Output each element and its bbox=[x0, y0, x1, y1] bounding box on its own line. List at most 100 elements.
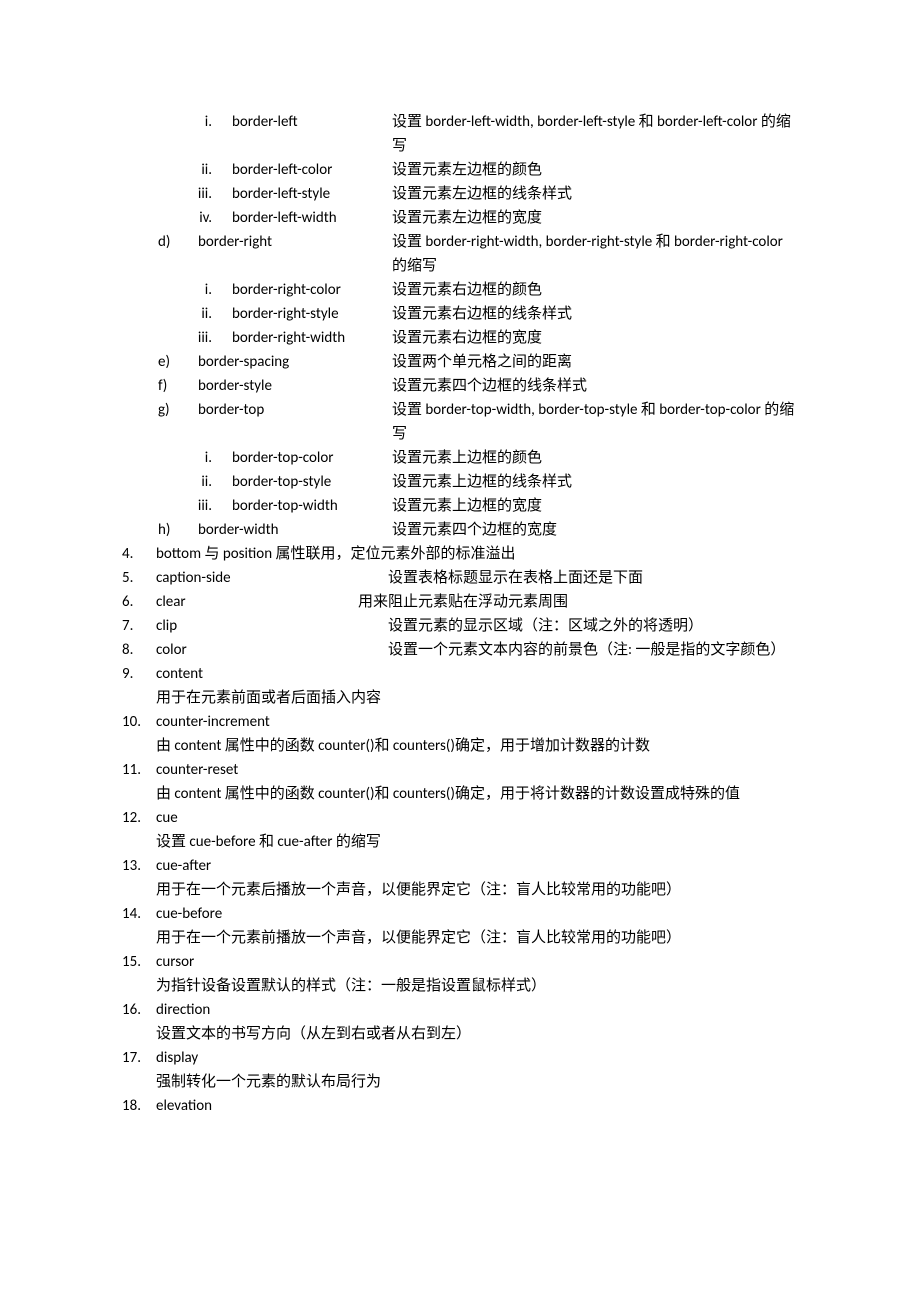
property-term: border-left-color bbox=[232, 158, 392, 182]
property-desc: 设置 border-left-width, border-left-style … bbox=[392, 110, 800, 158]
number-marker: 12. bbox=[122, 806, 156, 830]
number-marker: 17. bbox=[122, 1046, 156, 1070]
property-desc: 设置元素上边框的宽度 bbox=[392, 494, 542, 518]
list-item: 14. cue-before 用于在一个元素前播放一个声音，以便能界定它（注：盲… bbox=[122, 902, 800, 950]
property-term: cue-after bbox=[156, 854, 800, 878]
property-desc: 为指针设备设置默认的样式（注：一般是指设置鼠标样式） bbox=[156, 974, 800, 998]
property-desc: 由 content 属性中的函数 counter()和 counters()确定… bbox=[156, 782, 800, 806]
property-term: border-right-style bbox=[232, 302, 392, 326]
list-item: 15. cursor 为指针设备设置默认的样式（注：一般是指设置鼠标样式） bbox=[122, 950, 800, 998]
roman-marker: iv. bbox=[182, 206, 232, 230]
list-item: h) border-width 设置元素四个边框的宽度 bbox=[140, 518, 800, 542]
property-term: border-top-color bbox=[232, 446, 392, 470]
list-item: 6. clear 用来阻止元素贴在浮动元素周围 bbox=[122, 590, 800, 614]
list-item: 5. caption-side 设置表格标题显示在表格上面还是下面 bbox=[122, 566, 800, 590]
list-item: 11. counter-reset 由 content 属性中的函数 count… bbox=[122, 758, 800, 806]
letter-marker: e) bbox=[158, 350, 198, 374]
property-desc: 设置元素四个边框的线条样式 bbox=[392, 374, 587, 398]
property-desc: bottom 与 position 属性联用，定位元素外部的标准溢出 bbox=[156, 542, 800, 566]
number-marker: 18. bbox=[122, 1094, 156, 1118]
property-term: border-top bbox=[198, 398, 392, 446]
number-marker: 5. bbox=[122, 566, 156, 590]
property-desc: 强制转化一个元素的默认布局行为 bbox=[156, 1070, 800, 1094]
list-item: 12. cue 设置 cue-before 和 cue-after 的缩写 bbox=[122, 806, 800, 854]
property-term: clear bbox=[156, 590, 358, 614]
property-term: border-left-width bbox=[232, 206, 392, 230]
list-item: ii. border-left-color 设置元素左边框的颜色 bbox=[140, 158, 800, 182]
list-item: 18. elevation bbox=[122, 1094, 800, 1118]
property-desc: 用于在元素前面或者后面插入内容 bbox=[156, 686, 800, 710]
number-marker: 16. bbox=[122, 998, 156, 1022]
property-desc: 设置元素左边框的线条样式 bbox=[392, 182, 572, 206]
property-term: counter-increment bbox=[156, 710, 800, 734]
property-desc: 设置元素四个边框的宽度 bbox=[392, 518, 557, 542]
property-term: border-right-color bbox=[232, 278, 392, 302]
property-desc: 设置元素上边框的颜色 bbox=[392, 446, 542, 470]
list-item: 13. cue-after 用于在一个元素后播放一个声音，以便能界定它（注：盲人… bbox=[122, 854, 800, 902]
property-desc: 设置一个元素文本内容的前景色（注: 一般是指的文字颜色） bbox=[388, 638, 785, 662]
list-item: iii. border-left-style 设置元素左边框的线条样式 bbox=[140, 182, 800, 206]
property-term: border-style bbox=[198, 374, 392, 398]
property-term: border-left-style bbox=[232, 182, 392, 206]
property-desc: 设置元素右边框的线条样式 bbox=[392, 302, 572, 326]
list-item: iii. border-top-width 设置元素上边框的宽度 bbox=[140, 494, 800, 518]
list-item: 8. color 设置一个元素文本内容的前景色（注: 一般是指的文字颜色） bbox=[122, 638, 800, 662]
number-marker: 9. bbox=[122, 662, 156, 686]
letter-marker: g) bbox=[158, 398, 198, 422]
number-marker: 7. bbox=[122, 614, 156, 638]
letter-marker: d) bbox=[158, 230, 198, 254]
property-term: border-right-width bbox=[232, 326, 392, 350]
list-item: 7. clip 设置元素的显示区域（注：区域之外的将透明） bbox=[122, 614, 800, 638]
list-item: 17. display 强制转化一个元素的默认布局行为 bbox=[122, 1046, 800, 1094]
roman-marker: ii. bbox=[182, 470, 232, 494]
property-desc: 由 content 属性中的函数 counter()和 counters()确定… bbox=[156, 734, 800, 758]
property-desc: 设置表格标题显示在表格上面还是下面 bbox=[388, 566, 643, 590]
property-desc: 设置元素的显示区域（注：区域之外的将透明） bbox=[388, 614, 703, 638]
property-desc: 用于在一个元素后播放一个声音，以便能界定它（注：盲人比较常用的功能吧） bbox=[156, 878, 800, 902]
list-item: g) border-top 设置 border-top-width, borde… bbox=[140, 398, 800, 446]
property-term: border-width bbox=[198, 518, 392, 542]
property-desc: 设置元素右边框的颜色 bbox=[392, 278, 542, 302]
property-term: color bbox=[156, 638, 388, 662]
number-marker: 4. bbox=[122, 542, 156, 566]
number-marker: 6. bbox=[122, 590, 156, 614]
property-desc: 用于在一个元素前播放一个声音，以便能界定它（注：盲人比较常用的功能吧） bbox=[156, 926, 800, 950]
number-marker: 15. bbox=[122, 950, 156, 974]
property-term: counter-reset bbox=[156, 758, 800, 782]
property-term: cue bbox=[156, 806, 800, 830]
property-desc: 用来阻止元素贴在浮动元素周围 bbox=[358, 590, 568, 614]
property-term: caption-side bbox=[156, 566, 388, 590]
property-term: elevation bbox=[156, 1094, 800, 1118]
property-term: border-right bbox=[198, 230, 392, 278]
roman-marker: i. bbox=[182, 278, 232, 302]
number-marker: 10. bbox=[122, 710, 156, 734]
roman-marker: iii. bbox=[182, 494, 232, 518]
property-term: border-spacing bbox=[198, 350, 392, 374]
list-item: iv. border-left-width 设置元素左边框的宽度 bbox=[140, 206, 800, 230]
list-item: d) border-right 设置 border-right-width, b… bbox=[140, 230, 800, 278]
letter-marker: h) bbox=[158, 518, 198, 542]
roman-marker: ii. bbox=[182, 158, 232, 182]
list-item: ii. border-right-style 设置元素右边框的线条样式 bbox=[140, 302, 800, 326]
list-item: i. border-right-color 设置元素右边框的颜色 bbox=[140, 278, 800, 302]
property-term: display bbox=[156, 1046, 800, 1070]
list-item: f) border-style 设置元素四个边框的线条样式 bbox=[140, 374, 800, 398]
list-item: i. border-top-color 设置元素上边框的颜色 bbox=[140, 446, 800, 470]
letter-marker: f) bbox=[158, 374, 198, 398]
property-term: clip bbox=[156, 614, 388, 638]
number-marker: 13. bbox=[122, 854, 156, 878]
list-item: i. border-left 设置 border-left-width, bor… bbox=[140, 110, 800, 158]
property-desc: 设置文本的书写方向（从左到右或者从右到左） bbox=[156, 1022, 800, 1046]
property-desc: 设置 border-right-width, border-right-styl… bbox=[392, 230, 800, 278]
list-item: 4. bottom 与 position 属性联用，定位元素外部的标准溢出 bbox=[122, 542, 800, 566]
roman-marker: i. bbox=[182, 110, 232, 134]
property-desc: 设置 border-top-width, border-top-style 和 … bbox=[392, 398, 800, 446]
list-item: iii. border-right-width 设置元素右边框的宽度 bbox=[140, 326, 800, 350]
property-desc: 设置元素左边框的颜色 bbox=[392, 158, 542, 182]
roman-marker: i. bbox=[182, 446, 232, 470]
list-item: e) border-spacing 设置两个单元格之间的距离 bbox=[140, 350, 800, 374]
list-item: 16. direction 设置文本的书写方向（从左到右或者从右到左） bbox=[122, 998, 800, 1046]
property-term: content bbox=[156, 662, 800, 686]
property-desc: 设置元素上边框的线条样式 bbox=[392, 470, 572, 494]
roman-marker: ii. bbox=[182, 302, 232, 326]
